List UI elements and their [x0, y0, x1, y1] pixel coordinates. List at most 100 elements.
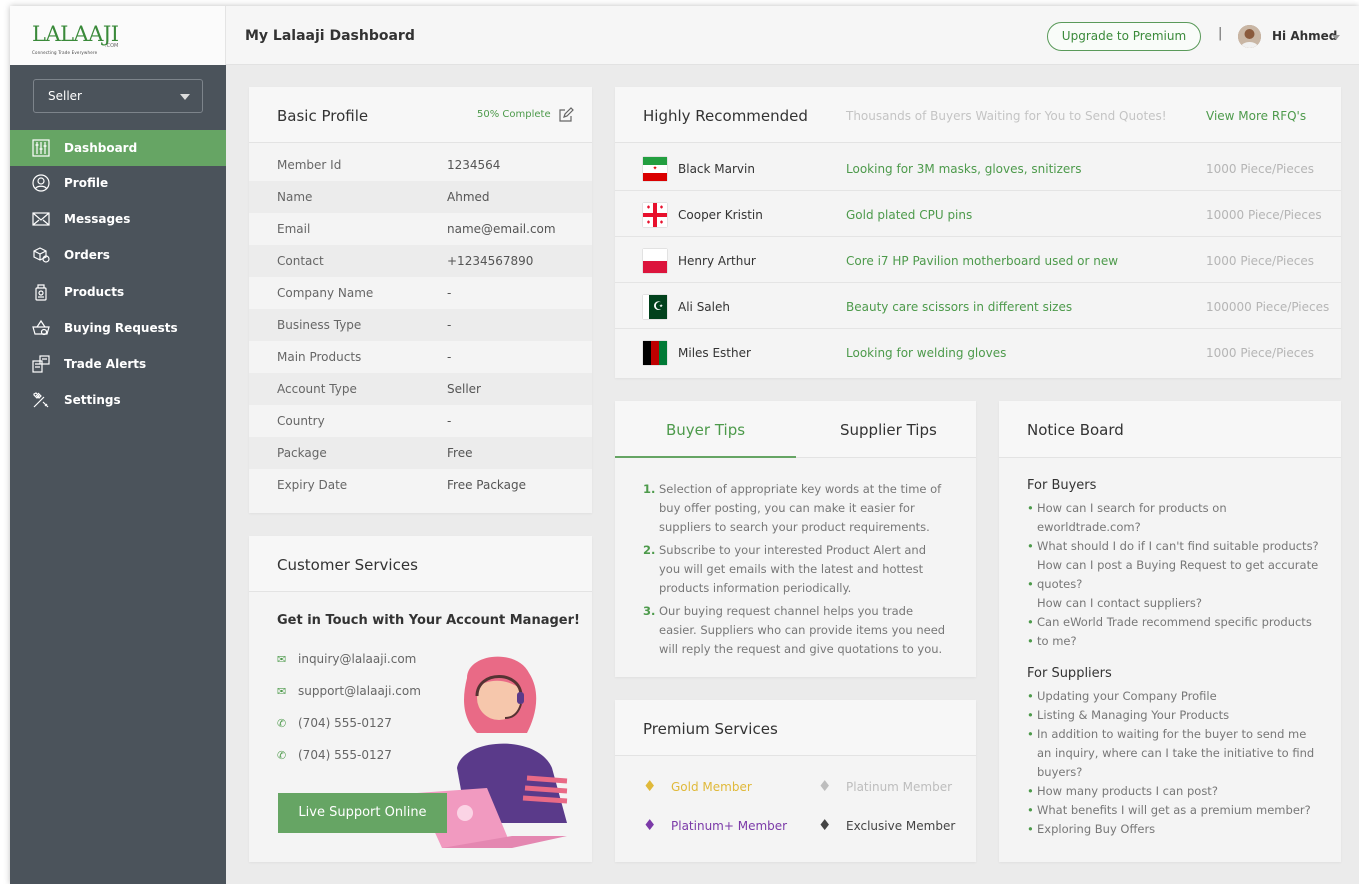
edit-icon[interactable]	[558, 107, 574, 123]
phone-text: (704) 555-0127	[298, 716, 392, 730]
notice-item[interactable]: In addition to waiting for the buyer to …	[1027, 725, 1327, 744]
mail-icon: ✉	[277, 653, 287, 666]
row-value: name@email.com	[447, 222, 556, 236]
notice-item[interactable]: buyers?	[1027, 763, 1327, 782]
chevron-down-icon[interactable]	[1332, 35, 1340, 40]
notice-item[interactable]: Listing & Managing Your Products	[1027, 706, 1327, 725]
row-label: Expiry Date	[277, 478, 348, 492]
row-label: Name	[277, 190, 313, 204]
card-header: Notice Board	[999, 401, 1341, 458]
profile-row: Account Type Seller	[249, 373, 592, 405]
sidebar-item-trade-alerts[interactable]: Trade Alerts	[10, 346, 226, 382]
notice-item[interactable]: Can eWorld Trade recommend specific prod…	[1027, 613, 1327, 632]
tab-supplier-tips[interactable]: Supplier Tips	[840, 421, 937, 439]
rfq-row[interactable]: ✦ Black Marvin Looking for 3M masks, glo…	[615, 145, 1341, 191]
request-description[interactable]: Core i7 HP Pavilion motherboard used or …	[846, 254, 1118, 268]
rfq-row[interactable]: Henry Arthur Core i7 HP Pavilion motherb…	[615, 237, 1341, 283]
profile-row: Business Type -	[249, 309, 592, 341]
notice-item[interactable]: Exploring Buy Offers	[1027, 820, 1327, 839]
email-contact[interactable]: ✉ support@lalaaji.com	[277, 684, 421, 698]
sidebar-item-profile[interactable]: Profile	[10, 165, 226, 201]
sidebar-item-messages[interactable]: Messages	[10, 201, 226, 237]
member-label: Gold Member	[671, 780, 752, 794]
tip-text: Subscribe to your interested Product Ale…	[659, 543, 927, 595]
email-text: inquiry@lalaaji.com	[298, 652, 417, 666]
sidebar-item-dashboard[interactable]: Dashboard	[10, 130, 226, 166]
notice-item[interactable]: What benefits I will get as a premium me…	[1027, 801, 1327, 820]
notice-item[interactable]: What should I do if I can't find suitabl…	[1027, 537, 1327, 556]
avatar[interactable]	[1238, 25, 1261, 48]
row-label: Business Type	[277, 318, 362, 332]
sidebar-item-settings[interactable]: Settings	[10, 382, 226, 418]
role-select[interactable]: Seller	[33, 79, 203, 113]
profile-row: Member Id 1234564	[249, 149, 592, 181]
tips-card: Buyer Tips Supplier Tips 1. Selection of …	[615, 401, 976, 677]
upgrade-premium-button[interactable]: Upgrade to Premium	[1047, 22, 1201, 51]
notice-item[interactable]: How can I search for products on	[1027, 499, 1327, 518]
exclusive-member-link[interactable]: ♦ Exclusive Member	[818, 816, 955, 834]
gold-member-link[interactable]: ♦ Gold Member	[643, 777, 752, 795]
sidebar-item-label: Buying Requests	[64, 321, 178, 335]
live-support-button[interactable]: Live Support Online	[278, 793, 447, 833]
request-description[interactable]: Looking for welding gloves	[846, 346, 1006, 360]
rfq-row[interactable]: ☪ Ali Saleh Beauty care scissors in diff…	[615, 283, 1341, 329]
tab-buyer-tips[interactable]: Buyer Tips	[666, 421, 745, 439]
notice-board-card: Notice Board For Buyers How can I search…	[999, 401, 1341, 862]
top-bar: LALAAJI .COM Connecting Trade Everywhere…	[10, 6, 1359, 65]
notice-item[interactable]: quotes?	[1027, 575, 1327, 594]
phone-contact[interactable]: ✆ (704) 555-0127	[277, 748, 392, 762]
request-description[interactable]: Looking for 3M masks, gloves, snitizers	[846, 162, 1081, 176]
card-header: Customer Services	[249, 536, 592, 592]
notice-item[interactable]: How can I post a Buying Request to get a…	[1027, 556, 1327, 575]
mail-icon: ✉	[277, 685, 287, 698]
row-label: Account Type	[277, 382, 357, 396]
platinum-member-link[interactable]: ♦ Platinum Member	[818, 777, 952, 795]
email-contact[interactable]: ✉ inquiry@lalaaji.com	[277, 652, 416, 666]
divider: |	[1218, 26, 1223, 41]
settings-icon	[33, 392, 49, 408]
sidebar-item-buying-requests[interactable]: Buying Requests	[10, 310, 226, 346]
row-label: Country	[277, 414, 325, 428]
row-value: -	[447, 318, 452, 332]
member-label: Exclusive Member	[846, 819, 956, 833]
view-more-rfqs-link[interactable]: View More RFQ's	[1206, 109, 1306, 123]
request-quantity: 10000 Piece/Pieces	[1206, 208, 1322, 222]
buyers-notice-list: How can I search for products on eworldt…	[1027, 499, 1327, 651]
notice-item[interactable]: How many products I can post?	[1027, 782, 1327, 801]
email-text: support@lalaaji.com	[298, 684, 421, 698]
rfq-row[interactable]: Cooper Kristin Gold plated CPU pins 1000…	[615, 191, 1341, 237]
tip-item: 2. Subscribe to your interested Product A…	[643, 541, 948, 598]
highly-recommended-card: Highly Recommended Thousands of Buyers W…	[615, 87, 1341, 378]
platinum-plus-diamond-icon: ♦	[643, 816, 657, 834]
buyer-name: Miles Esther	[678, 346, 751, 360]
phone-contact[interactable]: ✆ (704) 555-0127	[277, 716, 392, 730]
sidebar-item-products[interactable]: Products	[10, 274, 226, 310]
request-quantity: 1000 Piece/Pieces	[1206, 254, 1314, 268]
phone-text: (704) 555-0127	[298, 748, 392, 762]
platinum-plus-member-link[interactable]: ♦ Platinum+ Member	[643, 816, 787, 834]
notice-item[interactable]: eworldtrade.com?	[1027, 518, 1327, 537]
request-description[interactable]: Gold plated CPU pins	[846, 208, 972, 222]
sidebar-item-label: Trade Alerts	[64, 357, 147, 371]
georgia-flag-icon	[643, 203, 667, 227]
row-value: +1234567890	[447, 254, 534, 268]
logo[interactable]: LALAAJI .COM Connecting Trade Everywhere	[10, 6, 226, 65]
row-value: -	[447, 350, 452, 364]
request-quantity: 1000 Piece/Pieces	[1206, 346, 1314, 360]
notice-item[interactable]: How can I contact suppliers?	[1027, 594, 1327, 613]
platinum-diamond-icon: ♦	[818, 777, 832, 795]
rfq-row[interactable]: Miles Esther Looking for welding gloves …	[615, 329, 1341, 375]
profile-row: Email name@email.com	[249, 213, 592, 245]
buyer-tips-list: 1. Selection of appropriate key words at …	[643, 480, 948, 663]
buyer-name: Henry Arthur	[678, 254, 756, 268]
products-icon	[35, 284, 47, 301]
notice-item[interactable]: Updating your Company Profile	[1027, 687, 1327, 706]
request-description[interactable]: Beauty care scissors in different sizes	[846, 300, 1072, 314]
buyer-name: Black Marvin	[678, 162, 755, 176]
notice-item[interactable]: to me?	[1027, 632, 1327, 651]
sidebar-item-orders[interactable]: Orders	[10, 237, 226, 273]
sidebar-item-label: Settings	[64, 393, 121, 407]
user-greeting[interactable]: Hi Ahmed	[1272, 29, 1337, 43]
row-value: Seller	[447, 382, 481, 396]
notice-item[interactable]: an inquiry, where can I take the initiat…	[1027, 744, 1327, 763]
